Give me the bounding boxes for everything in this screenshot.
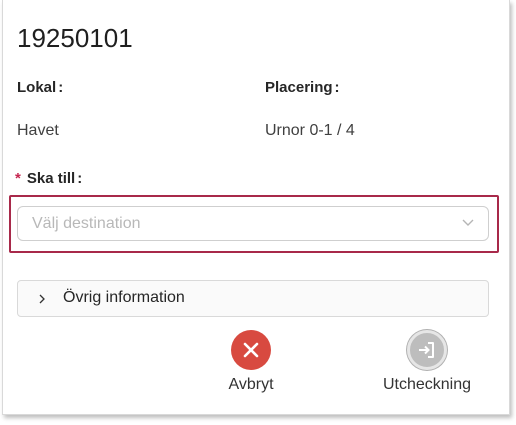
chevron-right-icon	[39, 294, 45, 304]
checkout-circle[interactable]	[407, 330, 447, 370]
cancel-label: Avbryt	[228, 376, 274, 393]
checkout-button[interactable]: Utcheckning	[367, 330, 487, 394]
lokal-value: Havet	[17, 122, 59, 139]
close-icon	[243, 342, 259, 358]
checkout-dialog: 19250101 Lokal: Havet Placering: Urnor 0…	[2, 0, 510, 415]
cancel-circle[interactable]	[231, 330, 271, 370]
more-info-collapse[interactable]: Övrig information	[17, 280, 489, 317]
destination-placeholder: Välj destination	[32, 215, 141, 232]
cancel-button[interactable]: Avbryt	[191, 330, 311, 394]
chevron-down-icon	[462, 219, 474, 226]
more-info-label: Övrig information	[63, 289, 185, 306]
destination-label: * Ska till:	[15, 170, 83, 187]
sign-in-icon	[419, 342, 434, 358]
placering-value: Urnor 0-1 / 4	[265, 122, 355, 139]
placering-label: Placering:	[265, 79, 340, 96]
page-title: 19250101	[17, 23, 133, 53]
required-mark: *	[15, 170, 21, 187]
destination-select[interactable]: Välj destination	[17, 206, 489, 241]
lokal-label: Lokal:	[17, 79, 64, 96]
checkout-label: Utcheckning	[382, 376, 472, 393]
